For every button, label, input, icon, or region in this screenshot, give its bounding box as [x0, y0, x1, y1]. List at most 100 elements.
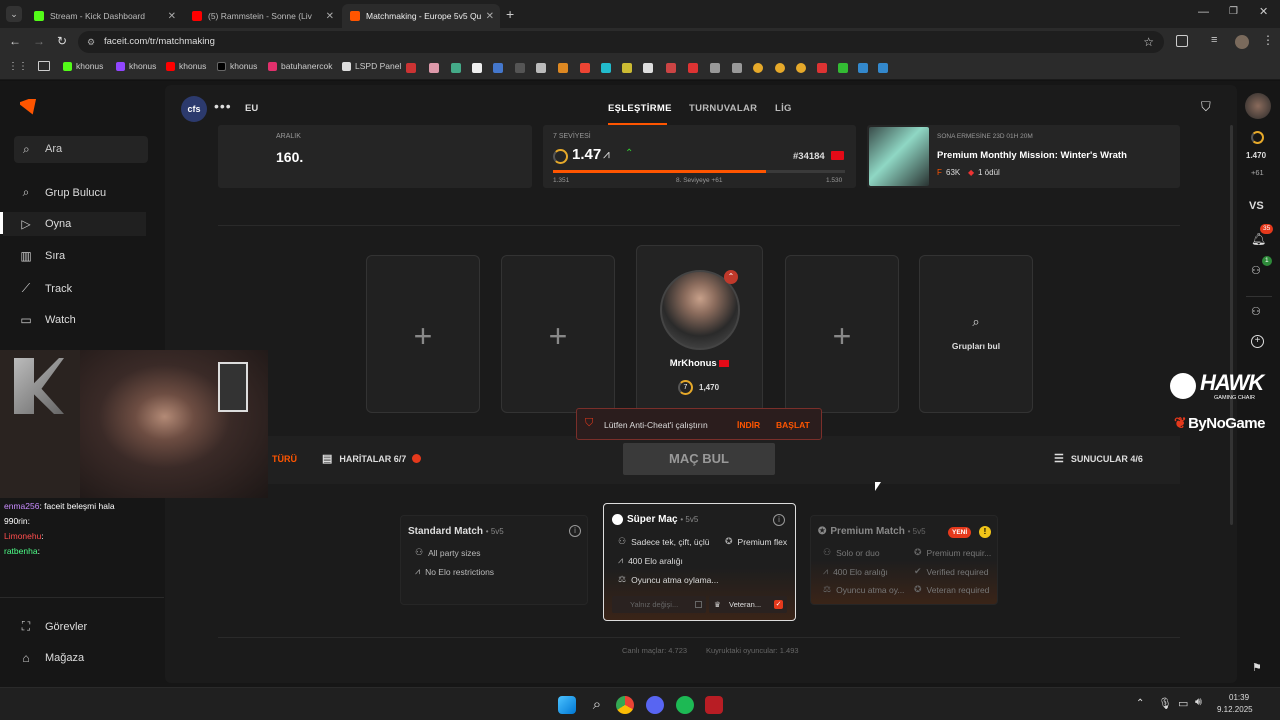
bookmark-item[interactable]: khonus — [116, 61, 156, 71]
bookmark-icon[interactable] — [710, 63, 720, 73]
sidebar-item-shop[interactable]: ⌂ Mağaza — [18, 651, 84, 665]
bookmark-icon[interactable] — [429, 63, 439, 73]
bookmark-icon[interactable] — [472, 63, 482, 73]
tab-league[interactable]: LİG — [775, 103, 792, 114]
menu-kebab-icon[interactable]: ⋮ — [1262, 33, 1274, 47]
site-info-icon[interactable]: ⚙ — [87, 31, 95, 53]
tab-search-icon[interactable]: ⌄ — [6, 6, 22, 22]
close-icon[interactable]: ✕ — [168, 11, 176, 22]
new-tab-icon[interactable]: + — [506, 6, 514, 22]
sidebar-item-ranking[interactable]: ▥ Sıra — [18, 249, 65, 263]
bookmark-icon[interactable] — [775, 63, 785, 73]
tray-chevron-icon[interactable]: ⌃ — [1136, 698, 1144, 709]
apps-icon[interactable]: ⋮⋮ — [8, 61, 28, 72]
volume-icon[interactable]: 🔊︎ — [1195, 696, 1202, 709]
add-circle-icon[interactable]: + — [1251, 335, 1264, 348]
bookmark-icon[interactable] — [580, 63, 590, 73]
solo-toggle[interactable]: Yalnız değişi... — [612, 596, 706, 613]
browser-tab[interactable]: Stream - Kick Dashboard ✕ — [26, 4, 182, 28]
discord-icon[interactable] — [646, 696, 664, 714]
bookmark-icon[interactable] — [601, 63, 611, 73]
find-groups-slot[interactable]: ⌕ Grupları bul — [919, 255, 1033, 413]
bookmark-icon[interactable] — [406, 63, 416, 73]
invite-slot[interactable]: + — [501, 255, 615, 413]
close-icon[interactable]: ✕ — [486, 11, 494, 22]
bookmark-icon[interactable] — [753, 63, 763, 73]
extensions-icon[interactable] — [1176, 35, 1188, 47]
anticheat-shield-icon[interactable]: ⛉ — [1201, 99, 1211, 115]
windows-start-icon[interactable] — [558, 696, 576, 714]
more-options-icon[interactable]: ••• — [214, 98, 232, 114]
search-icon[interactable]: ⌕ — [588, 696, 606, 714]
bookmark-icon[interactable] — [838, 63, 848, 73]
window-close-icon[interactable]: ✕ — [1259, 5, 1268, 18]
player-name[interactable]: MrKhonus — [637, 358, 762, 369]
bookmark-item[interactable]: khonus — [166, 61, 206, 71]
browser-tab[interactable]: (5) Rammstein - Sonne (Liv ✕ — [184, 4, 340, 28]
clock-date[interactable]: 9.12.2025 — [1217, 705, 1253, 714]
super-match-card[interactable]: Süper Maç • 5v5 i ⚇ Sadece tek, çift, üçl… — [603, 503, 796, 621]
clock-time[interactable]: 01:39 — [1229, 693, 1249, 702]
bookmark-icon[interactable] — [622, 63, 632, 73]
spotify-icon[interactable] — [676, 696, 694, 714]
elo-card[interactable]: 7 SEVİYESİ 1.47 ⩘ ⌃ #34184 1.351 8. Sevi… — [543, 125, 856, 188]
veteran-toggle[interactable]: ♛ Veteran... ✓ — [709, 596, 787, 613]
url-input[interactable]: ⚙ faceit.com/tr/matchmaking ☆ — [78, 31, 1164, 53]
bookmark-star-icon[interactable]: ☆ — [1143, 31, 1154, 53]
mission-card[interactable]: SONA ERMESİNE 23D 01H 20M Premium Monthl… — [867, 125, 1180, 188]
network-icon[interactable]: ▭ — [1178, 697, 1188, 710]
match-type-selector[interactable]: TÜRÜ — [272, 454, 297, 464]
party-settings-icon[interactable]: ⚇ — [1251, 305, 1261, 318]
folder-icon[interactable] — [38, 61, 50, 71]
app-icon[interactable] — [705, 696, 723, 714]
close-icon[interactable]: ✕ — [326, 11, 334, 22]
bookmark-icon[interactable] — [732, 63, 742, 73]
checkbox[interactable] — [695, 601, 702, 608]
download-anticheat-link[interactable]: İNDİR — [737, 420, 760, 430]
warning-icon[interactable]: ! — [979, 526, 991, 538]
bookmark-icon[interactable] — [688, 63, 698, 73]
browser-tab-active[interactable]: Matchmaking - Europe 5v5 Qu ✕ — [342, 4, 500, 28]
tab-tournaments[interactable]: TURNUVALAR — [689, 103, 757, 114]
avatar[interactable] — [1245, 93, 1271, 119]
sidebar-item-track[interactable]: ⟋ Track — [18, 281, 72, 296]
sidebar-item-group-finder[interactable]: ⌕ Grup Bulucu — [18, 185, 107, 200]
bookmark-icon[interactable] — [515, 63, 525, 73]
bookmark-item[interactable]: khonus — [217, 61, 257, 71]
sidebar-item-watch[interactable]: ▭ Watch — [18, 313, 75, 327]
bookmark-item[interactable]: khonus — [63, 61, 103, 71]
bookmark-item[interactable]: LSPD Panel — [342, 61, 401, 71]
profile-avatar[interactable] — [1235, 35, 1249, 49]
tab-matchmaking[interactable]: EŞLEŞTİRME — [608, 103, 672, 114]
bookmark-icon[interactable] — [536, 63, 546, 73]
chrome-icon[interactable] — [616, 696, 634, 714]
forward-icon[interactable]: → — [33, 34, 45, 48]
friends-icon[interactable]: ⚇ — [1251, 264, 1261, 277]
sidebar-item-missions[interactable]: ⛶ Görevler — [18, 619, 87, 634]
player-card[interactable]: ⌃ MrKhonus 7 1,470 — [636, 245, 763, 413]
bookmark-icon[interactable] — [858, 63, 868, 73]
info-icon[interactable]: i — [569, 525, 581, 537]
start-anticheat-link[interactable]: BAŞLAT — [776, 420, 810, 430]
invite-slot[interactable]: + — [366, 255, 480, 413]
sidebar-item-play[interactable]: ▷ Oyna — [18, 217, 71, 231]
checked-icon[interactable]: ✓ — [774, 600, 783, 609]
faceit-logo[interactable] — [20, 99, 40, 115]
maps-selector[interactable]: ▤ HARİTALAR 6/7 — [322, 452, 422, 465]
party-logo[interactable]: cfs — [181, 96, 207, 122]
bookmark-icon[interactable] — [451, 63, 461, 73]
back-icon[interactable]: ← — [9, 34, 21, 48]
minimize-icon[interactable]: — — [1198, 6, 1209, 18]
info-icon[interactable]: i — [773, 514, 785, 526]
bookmark-icon[interactable] — [796, 63, 806, 73]
bell-icon[interactable]: 🔔︎ — [1251, 232, 1266, 246]
search-input[interactable]: ⌕ Ara — [14, 136, 148, 163]
bookmark-item[interactable]: batuhanercok — [268, 61, 333, 71]
invite-slot[interactable]: + — [785, 255, 899, 413]
find-match-button[interactable]: MAÇ BUL — [623, 443, 775, 475]
bookmark-icon[interactable] — [643, 63, 653, 73]
region-label[interactable]: EU — [245, 103, 258, 114]
microphone-icon[interactable]: 🎙︎ — [1158, 697, 1172, 710]
standard-match-card[interactable]: Standard Match • 5v5 i ⚇ All party sizes … — [400, 515, 588, 605]
bookmark-icon[interactable] — [817, 63, 827, 73]
